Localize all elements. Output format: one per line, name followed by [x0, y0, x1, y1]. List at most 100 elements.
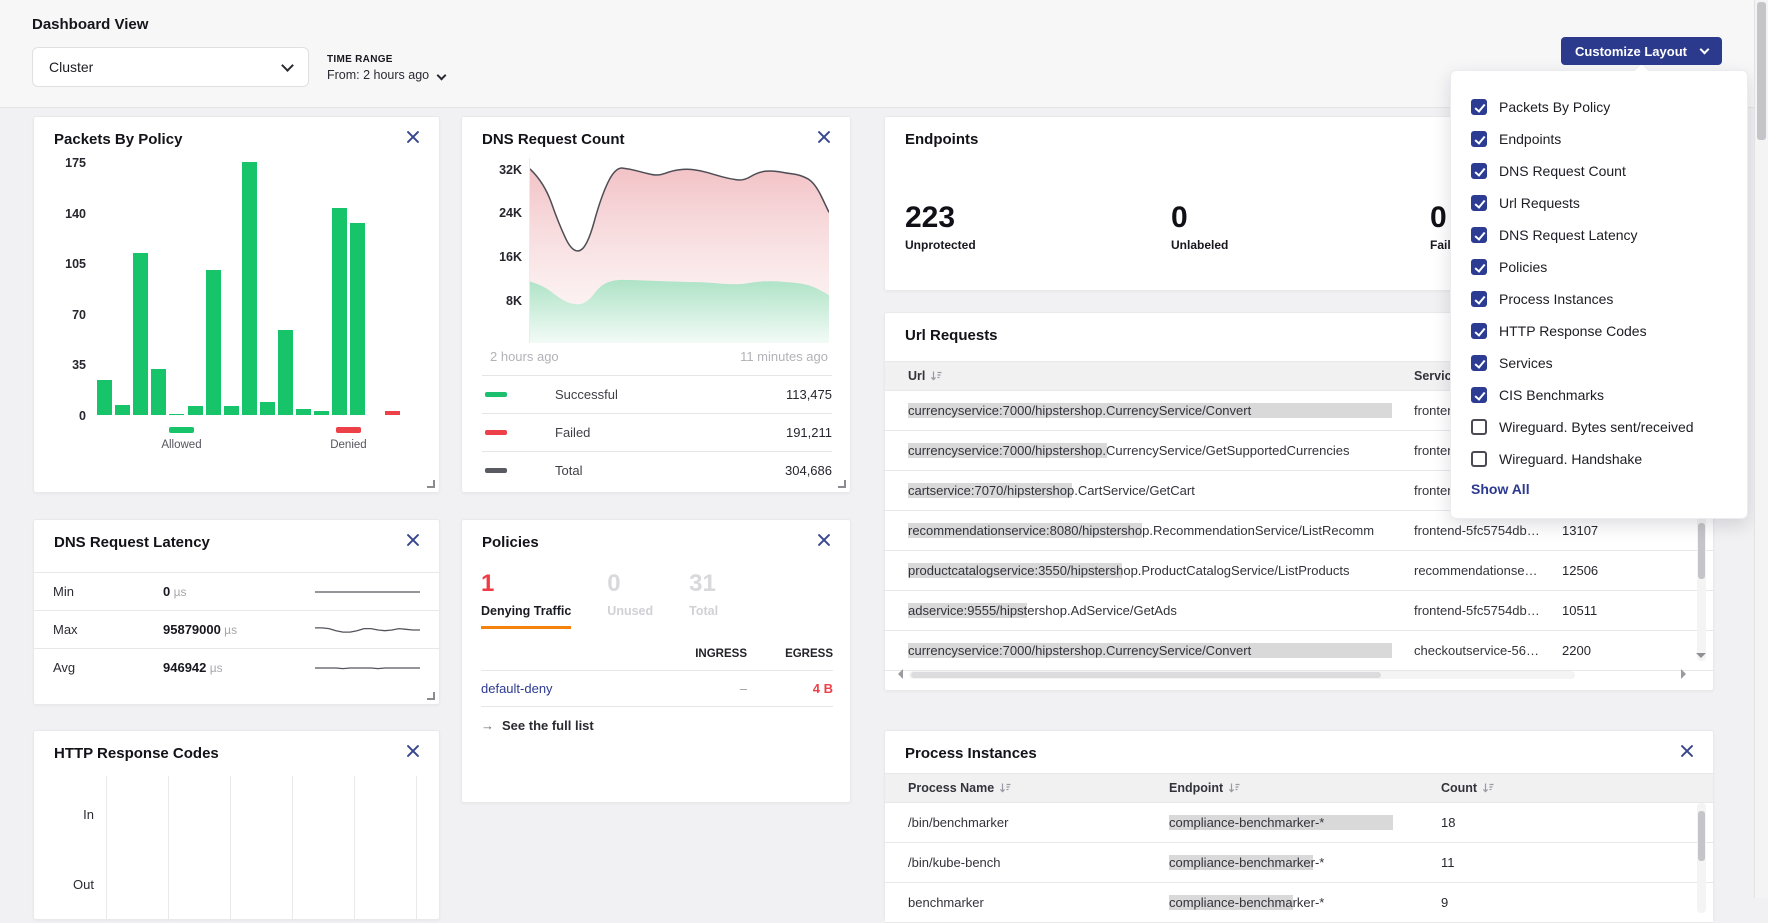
- tab-label: Total: [689, 604, 718, 618]
- policies-tab[interactable]: 0Unused: [607, 572, 653, 629]
- packets-legend: AllowedDenied: [97, 427, 431, 451]
- column-header-url[interactable]: Url: [908, 369, 1414, 383]
- customize-menu-item[interactable]: Process Instances: [1451, 283, 1747, 315]
- legend-label: Successful: [555, 387, 618, 402]
- scroll-down-icon[interactable]: [1696, 653, 1706, 663]
- customize-menu-item[interactable]: HTTP Response Codes: [1451, 315, 1747, 347]
- customize-menu-item[interactable]: Wireguard. Handshake: [1451, 443, 1747, 475]
- see-full-list-link[interactable]: → See the full list: [481, 718, 594, 733]
- checkbox-unchecked-icon[interactable]: [1471, 419, 1487, 435]
- checkbox-checked-icon[interactable]: [1471, 131, 1487, 147]
- process-instances-rows: /bin/benchmarkercompliance-benchmarker-*…: [885, 803, 1713, 923]
- latency-value: 0 µs: [163, 583, 186, 601]
- close-icon[interactable]: [816, 129, 832, 145]
- checkbox-checked-icon[interactable]: [1471, 259, 1487, 275]
- menu-item-label: Wireguard. Bytes sent/received: [1499, 419, 1694, 435]
- allowed-bar: [260, 402, 275, 415]
- url-text: adservice:9555/hipstershop.AdService/Get…: [908, 603, 1177, 618]
- close-icon[interactable]: [816, 532, 832, 548]
- customize-menu-item[interactable]: Policies: [1451, 251, 1747, 283]
- y-axis-tick: 175: [65, 156, 86, 170]
- policy-name-link[interactable]: default-deny: [481, 681, 652, 696]
- menu-item-label: HTTP Response Codes: [1499, 323, 1647, 339]
- customize-menu-item[interactable]: Url Requests: [1451, 187, 1747, 219]
- column-header-endpoint[interactable]: Endpoint: [1169, 781, 1441, 795]
- checkbox-checked-icon[interactable]: [1471, 195, 1487, 211]
- checkbox-checked-icon[interactable]: [1471, 163, 1487, 179]
- process-table-vertical-scrollbar[interactable]: [1697, 803, 1706, 913]
- resize-handle-icon[interactable]: [838, 480, 846, 488]
- customize-menu-item[interactable]: CIS Benchmarks: [1451, 379, 1747, 411]
- url-table-horizontal-scrollbar[interactable]: [909, 671, 1575, 679]
- scroll-left-icon[interactable]: [893, 669, 903, 679]
- scrollbar-thumb[interactable]: [1698, 811, 1705, 861]
- view-selector[interactable]: Cluster: [32, 47, 309, 87]
- latency-metric-label: Avg: [53, 660, 163, 675]
- scrollbar-thumb[interactable]: [911, 672, 1381, 678]
- menu-item-label: Services: [1499, 355, 1553, 371]
- latency-unit: µs: [221, 623, 237, 637]
- scrollbar-thumb[interactable]: [1698, 523, 1705, 579]
- checkbox-checked-icon[interactable]: [1471, 387, 1487, 403]
- stat-value: 223: [905, 203, 976, 233]
- policies-tab[interactable]: 1Denying Traffic: [481, 572, 571, 629]
- url-cell: adservice:9555/hipstershop.AdService/Get…: [908, 603, 1414, 618]
- checkbox-checked-icon[interactable]: [1471, 227, 1487, 243]
- time-range-from[interactable]: From: 2 hours ago: [327, 68, 445, 82]
- process-table-row[interactable]: /bin/benchmarkercompliance-benchmarker-*…: [885, 803, 1713, 843]
- customize-menu-item[interactable]: Packets By Policy: [1451, 91, 1747, 123]
- legend-value: 191,211: [786, 425, 832, 440]
- customize-menu-item[interactable]: DNS Request Latency: [1451, 219, 1747, 251]
- column-header-egress: EGRESS: [747, 648, 833, 660]
- scrollbar-thumb[interactable]: [1757, 2, 1766, 140]
- url-text: recommendationservice:8080/hipstershop.R…: [908, 523, 1374, 538]
- checkbox-checked-icon[interactable]: [1471, 291, 1487, 307]
- count-cell: 10511: [1562, 603, 1713, 618]
- close-icon[interactable]: [405, 532, 421, 548]
- customize-menu-item[interactable]: DNS Request Count: [1451, 155, 1747, 187]
- column-header-count[interactable]: Count: [1441, 781, 1713, 795]
- http-response-codes-card: HTTP Response Codes In Out: [33, 730, 440, 920]
- resize-handle-icon[interactable]: [427, 480, 435, 488]
- chevron-down-icon: [1700, 44, 1710, 54]
- row-label-out: Out: [54, 877, 94, 892]
- customize-menu-item[interactable]: Endpoints: [1451, 123, 1747, 155]
- policies-tab[interactable]: 31 Total: [689, 572, 718, 629]
- url-table-row[interactable]: productcatalogservice:3550/hipstershop.P…: [885, 551, 1713, 591]
- scroll-right-icon[interactable]: [1681, 669, 1691, 679]
- customize-menu-item[interactable]: Services: [1451, 347, 1747, 379]
- x-label-start: 2 hours ago: [490, 349, 559, 364]
- customize-layout-button[interactable]: Customize Layout: [1561, 37, 1722, 65]
- process-table-row[interactable]: benchmarkercompliance-benchmarker-*9: [885, 883, 1713, 923]
- url-cell: currencyservice:7000/hipstershop.Currenc…: [908, 403, 1414, 418]
- customize-menu-item[interactable]: Wireguard. Bytes sent/received: [1451, 411, 1747, 443]
- resize-handle-icon[interactable]: [427, 692, 435, 700]
- close-icon[interactable]: [405, 129, 421, 145]
- show-all-link[interactable]: Show All: [1471, 481, 1727, 497]
- tab-count: 31: [689, 572, 718, 596]
- latency-number: 95879000: [163, 622, 221, 637]
- close-icon[interactable]: [1679, 743, 1695, 759]
- checkbox-unchecked-icon[interactable]: [1471, 451, 1487, 467]
- service-cell: recommendationse…: [1414, 563, 1562, 578]
- checkbox-checked-icon[interactable]: [1471, 323, 1487, 339]
- checkbox-checked-icon[interactable]: [1471, 355, 1487, 371]
- tab-count: 0: [607, 572, 653, 596]
- y-axis-tick: 70: [72, 308, 86, 322]
- policy-row: default-deny–4 B: [481, 670, 833, 707]
- arrow-right-icon: →: [481, 718, 494, 733]
- url-cell: recommendationservice:8080/hipstershop.R…: [908, 523, 1414, 538]
- allowed-bar: [206, 270, 221, 415]
- page-title: Dashboard View: [32, 16, 148, 33]
- card-title: Process Instances: [905, 745, 1037, 762]
- url-table-row[interactable]: currencyservice:7000/hipstershop.Currenc…: [885, 631, 1713, 671]
- column-header-process-name[interactable]: Process Name: [908, 781, 1169, 795]
- allowed-bar: [224, 406, 239, 415]
- page-scrollbar[interactable]: [1754, 0, 1768, 898]
- url-table-row[interactable]: adservice:9555/hipstershop.AdService/Get…: [885, 591, 1713, 631]
- checkbox-checked-icon[interactable]: [1471, 99, 1487, 115]
- close-icon[interactable]: [405, 743, 421, 759]
- latency-value: 946942 µs: [163, 659, 223, 677]
- process-table-row[interactable]: /bin/kube-benchcompliance-benchmarker-*1…: [885, 843, 1713, 883]
- menu-item-label: DNS Request Latency: [1499, 227, 1638, 243]
